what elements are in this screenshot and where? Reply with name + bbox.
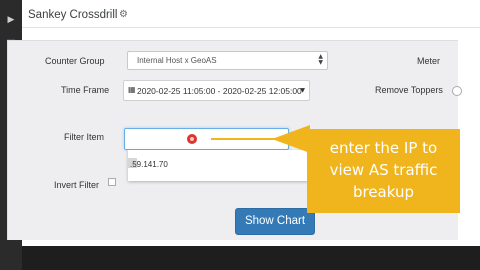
callout-line-2: view AS traffic	[329, 161, 438, 179]
counter-group-select[interactable]: Internal Host x GeoAS ▲ ▼	[127, 51, 328, 70]
meter-label: Meter	[417, 56, 441, 66]
callout-line-1: enter the IP to	[329, 139, 438, 157]
counter-group-label: Counter Group	[45, 56, 105, 66]
time-frame-value: 2020-02-25 11:05:00 - 2020-02-25 12:05:0…	[137, 86, 302, 96]
filter-suggestion-dropdown: .59.141.70	[128, 150, 308, 181]
callout-line-3: breakup	[352, 183, 415, 201]
time-frame-picker[interactable]: ▦ 2020-02-25 11:05:00 - 2020-02-25 12:05…	[123, 80, 310, 101]
bottom-bar	[22, 246, 480, 270]
gear-icon[interactable]: ⚙	[119, 9, 128, 20]
panel-title: Sankey Crossdrill	[28, 9, 118, 21]
invert-filter-label: Invert Filter	[54, 180, 100, 190]
filter-suggestion-item[interactable]: .59.141.70	[130, 160, 168, 169]
remove-toppers-radio[interactable]	[452, 86, 462, 96]
counter-group-value: Internal Host x GeoAS	[137, 56, 217, 65]
callout-pointer	[272, 125, 310, 153]
annotation-callout: enter the IP to view AS traffic breakup	[307, 129, 460, 213]
invert-filter-checkbox[interactable]	[108, 178, 116, 186]
callout-text: enter the IP to view AS traffic breakup	[307, 137, 460, 203]
time-frame-label: Time Frame	[61, 85, 110, 95]
record-dot-icon	[187, 134, 197, 144]
arrow-right-icon[interactable]: ▶	[6, 15, 16, 25]
select-arrows-icon: ▲ ▼	[318, 53, 323, 66]
caret-down-icon: ▼	[300, 87, 305, 94]
show-chart-button[interactable]: Show Chart	[235, 208, 315, 235]
filter-item-label: Filter Item	[64, 132, 105, 142]
panel-divider	[22, 27, 480, 28]
remove-toppers-label: Remove Toppers	[375, 85, 443, 95]
calendar-icon: ▦	[128, 85, 136, 94]
